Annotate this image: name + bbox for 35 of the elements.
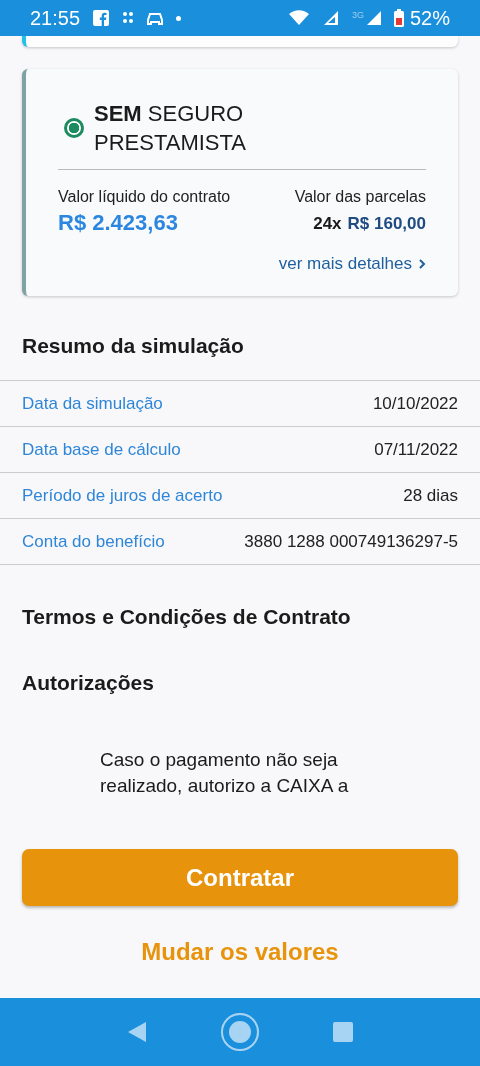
row-label: Data base de cálculo (22, 439, 181, 460)
installments-count: 24x (313, 214, 342, 234)
car-icon (146, 10, 165, 26)
row-value: 10/10/2022 (372, 393, 458, 414)
installments-label: Valor das parcelas (294, 188, 426, 206)
notification-icon (122, 10, 135, 26)
signal-icon (365, 10, 382, 26)
radio-button[interactable] (64, 118, 84, 138)
wifi-icon (287, 10, 310, 26)
section-title: Autorizações (22, 671, 155, 695)
home-icon[interactable] (220, 1012, 260, 1052)
facebook-icon (92, 9, 111, 27)
row-label: Conta do benefício (22, 531, 165, 552)
back-icon[interactable] (126, 1020, 148, 1044)
clock: 21:55 (30, 6, 81, 30)
section-title: Resumo da simulação (22, 334, 245, 358)
net-value: R$ 2.423,63 (58, 210, 179, 236)
net-value-label: Valor líquido do contrato (58, 188, 231, 206)
details-link[interactable]: ver mais detalhes (278, 254, 426, 274)
section-title: Termos e Condições de Contrato (22, 605, 352, 629)
option-card[interactable]: SEM SEGURO PRESTAMISTA Valor líquido do contrato R$ 2.423,63 Valor das parcelas 24x R$ 160,00 ver mais detalhes (22, 69, 458, 296)
recents-icon[interactable] (332, 1021, 354, 1043)
chevron-icon (418, 258, 426, 270)
row-value: 3880 1288 000749136297-5 (244, 531, 458, 552)
row-label: Data da simulação (22, 393, 163, 414)
authorization-text: Caso o pagamento não seja realizado, autorizo a CAIXA a (100, 748, 350, 798)
row-value: 28 dias (403, 485, 458, 506)
option-title: SEM SEGURO PRESTAMISTA (94, 100, 247, 157)
installment-value: R$ 160,00 (347, 214, 426, 234)
row-label: Período de juros de acerto (22, 485, 223, 506)
battery-icon (393, 9, 404, 27)
dot-icon (176, 15, 182, 21)
row-value: 07/11/2022 (374, 439, 458, 460)
battery-percentage: 52% (409, 6, 450, 30)
network-label: 3G (351, 10, 364, 20)
